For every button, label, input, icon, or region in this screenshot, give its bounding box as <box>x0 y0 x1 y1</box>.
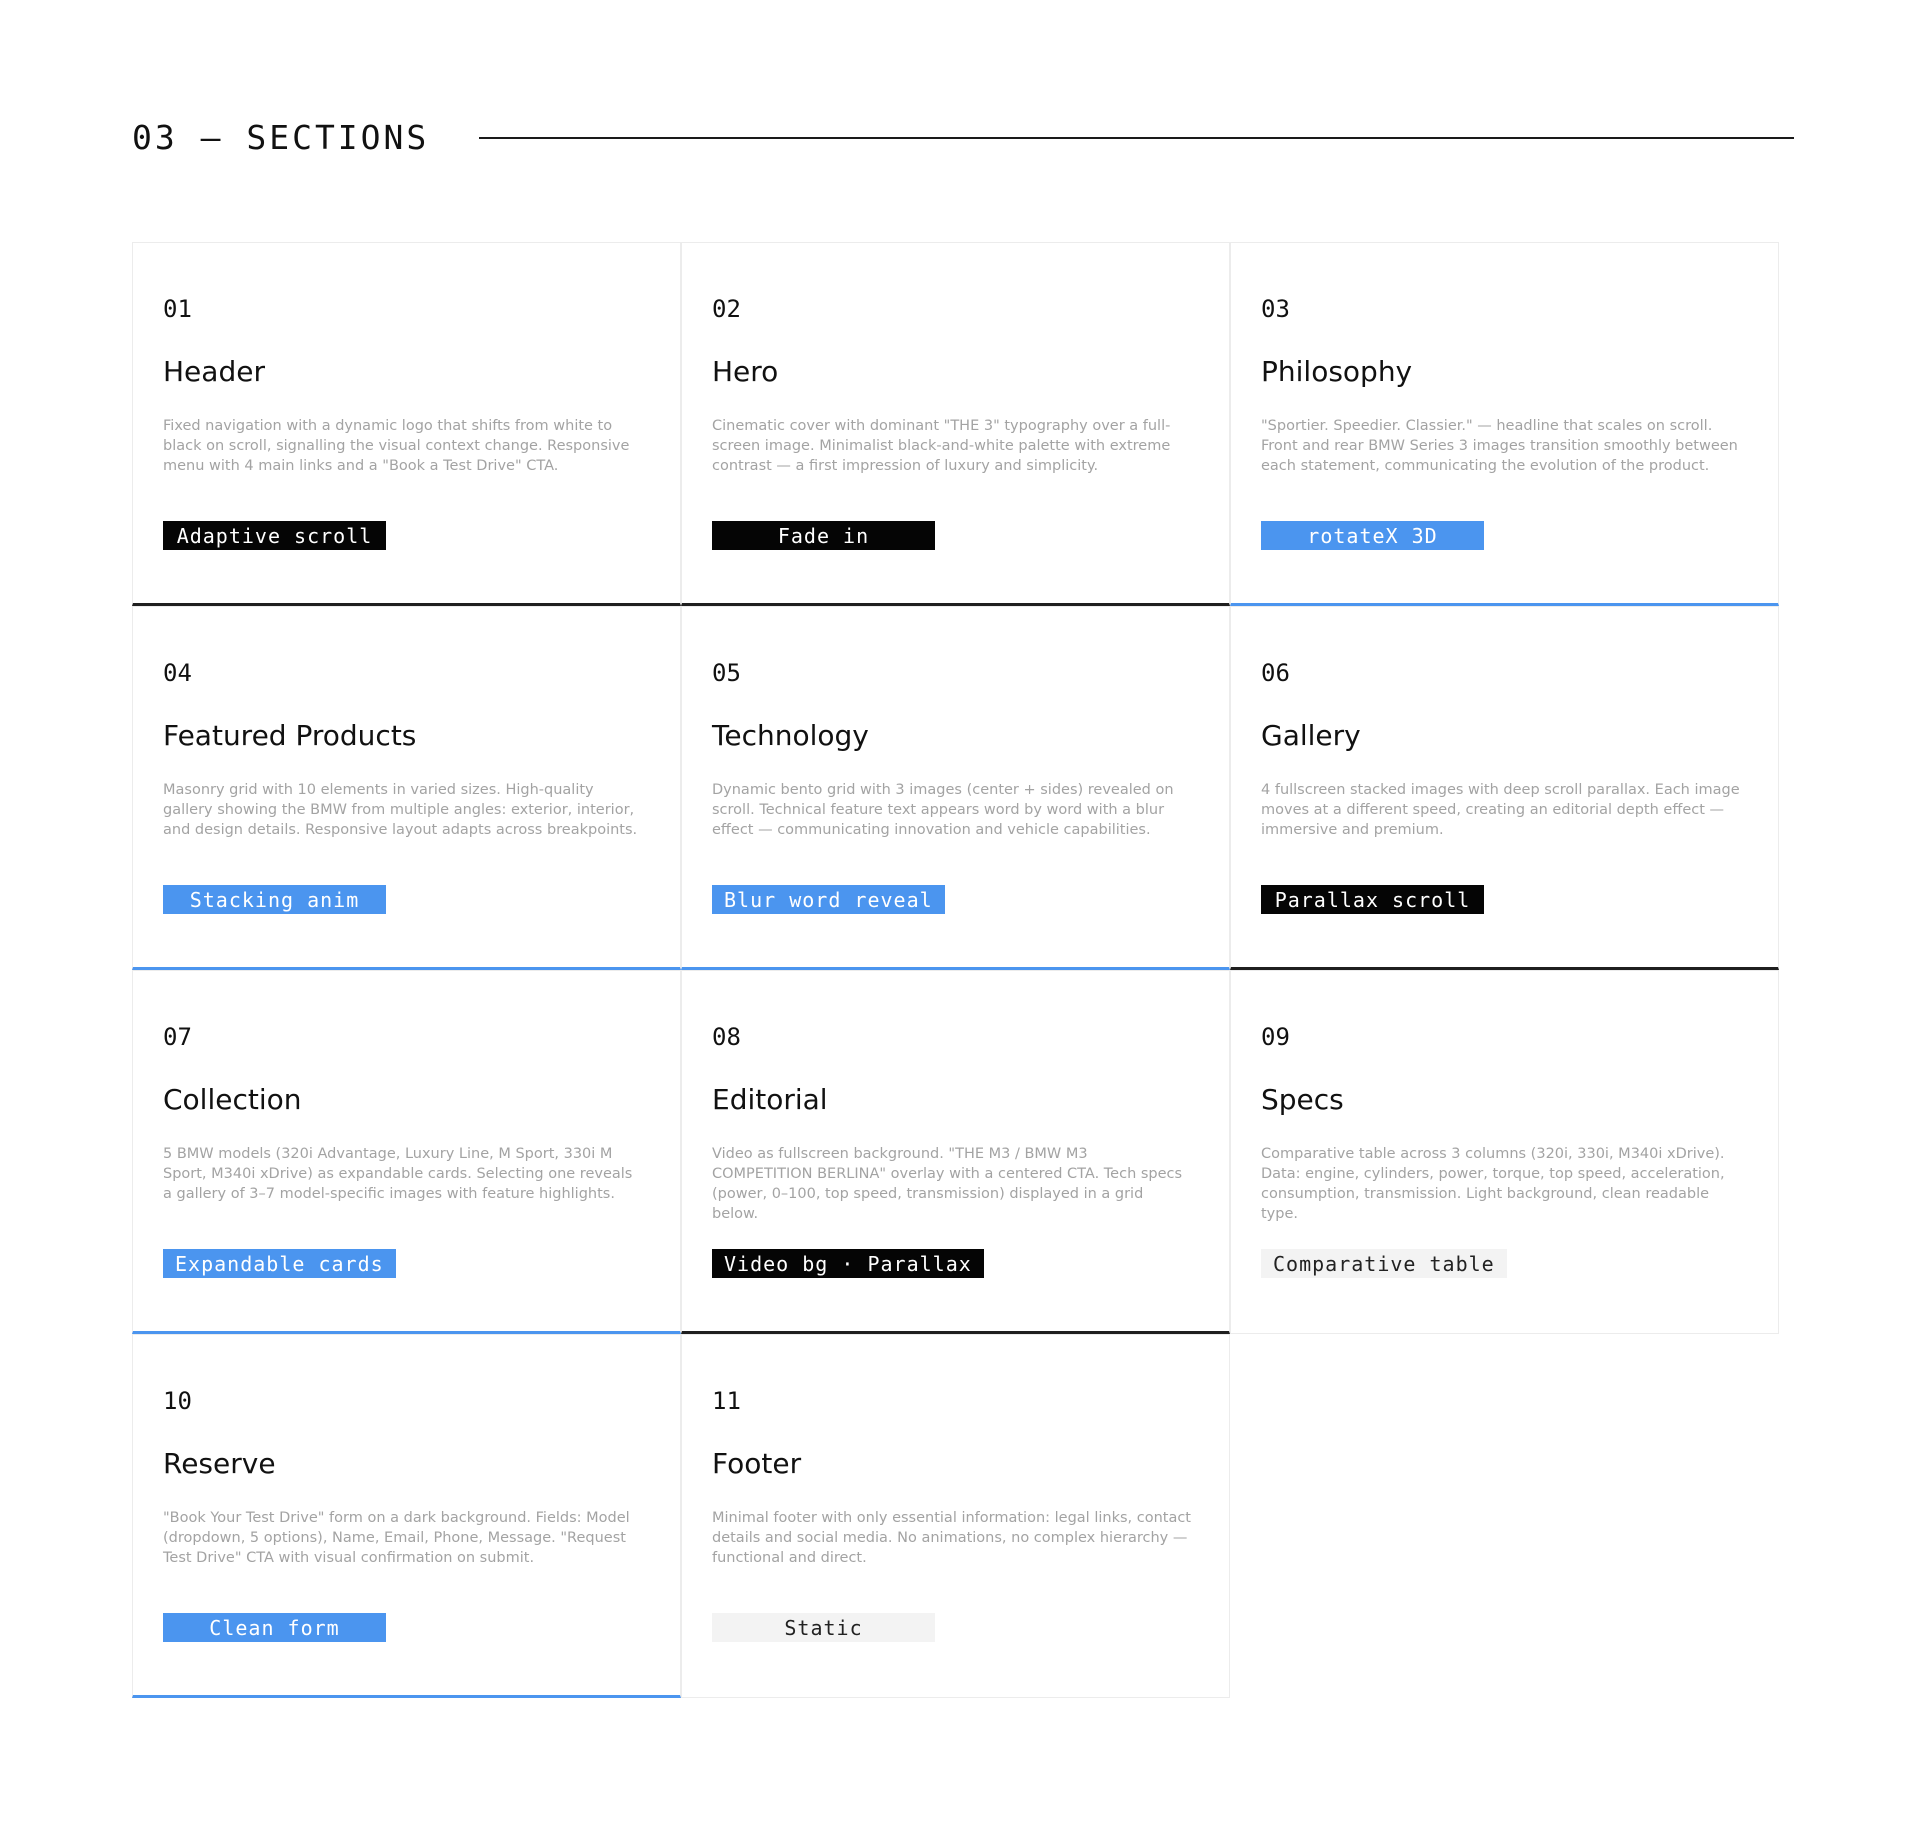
sections-grid: 01 Header Fixed navigation with a dynami… <box>132 242 1779 1698</box>
card-tag: rotateX 3D <box>1261 521 1484 550</box>
section-card-technology: 05 Technology Dynamic bento grid with 3 … <box>681 606 1230 970</box>
card-title: Philosophy <box>1261 355 1413 388</box>
section-title: 03 — SECTIONS <box>132 118 430 157</box>
section-header: 03 — SECTIONS <box>132 118 1794 157</box>
card-description: Dynamic bento grid with 3 images (center… <box>712 782 1174 838</box>
card-number: 11 <box>712 1387 741 1415</box>
card-title: Specs <box>1261 1083 1344 1116</box>
section-divider <box>479 136 1794 139</box>
card-tag: Comparative table <box>1261 1249 1507 1278</box>
card-title: Technology <box>712 719 869 752</box>
card-title: Header <box>163 355 265 388</box>
card-tag: Parallax scroll <box>1261 885 1484 914</box>
card-number: 05 <box>712 659 741 687</box>
section-card-hero: 02 Hero Cinematic cover with dominant "T… <box>681 242 1230 606</box>
section-card-featured-products: 04 Featured Products Masonry grid with 1… <box>132 606 681 970</box>
card-number: 10 <box>163 1387 192 1415</box>
card-description: 4 fullscreen stacked images with deep sc… <box>1261 782 1740 838</box>
card-tag: Adaptive scroll <box>163 521 386 550</box>
page: 03 — SECTIONS 01 Header Fixed navigation… <box>0 0 1920 1835</box>
card-description: Video as fullscreen background. "THE M3 … <box>712 1146 1183 1222</box>
card-description: "Sportier. Speedier. Classier." — headli… <box>1261 418 1738 474</box>
card-title: Reserve <box>163 1447 276 1480</box>
card-title: Editorial <box>712 1083 828 1116</box>
section-card-editorial: 08 Editorial Video as fullscreen backgro… <box>681 970 1230 1334</box>
card-description: Masonry grid with 10 elements in varied … <box>163 782 638 838</box>
card-description: "Book Your Test Drive" form on a dark ba… <box>163 1510 630 1566</box>
section-card-gallery: 06 Gallery 4 fullscreen stacked images w… <box>1230 606 1779 970</box>
section-card-reserve: 10 Reserve "Book Your Test Drive" form o… <box>132 1334 681 1698</box>
card-number: 09 <box>1261 1023 1290 1051</box>
section-card-specs: 09 Specs Comparative table across 3 colu… <box>1230 970 1779 1334</box>
card-description: Cinematic cover with dominant "THE 3" ty… <box>712 418 1171 474</box>
card-description: 5 BMW models (320i Advantage, Luxury Lin… <box>163 1146 633 1202</box>
card-tag: Clean form <box>163 1613 386 1642</box>
card-tag: Blur word reveal <box>712 885 945 914</box>
card-title: Collection <box>163 1083 302 1116</box>
card-number: 03 <box>1261 295 1290 323</box>
card-title: Gallery <box>1261 719 1361 752</box>
card-tag: Fade in <box>712 521 935 550</box>
card-number: 06 <box>1261 659 1290 687</box>
card-number: 07 <box>163 1023 192 1051</box>
card-number: 08 <box>712 1023 741 1051</box>
section-card-collection: 07 Collection 5 BMW models (320i Advanta… <box>132 970 681 1334</box>
card-description: Comparative table across 3 columns (320i… <box>1261 1146 1725 1222</box>
card-number: 04 <box>163 659 192 687</box>
card-tag: Static <box>712 1613 935 1642</box>
section-card-header: 01 Header Fixed navigation with a dynami… <box>132 242 681 606</box>
section-card-philosophy: 03 Philosophy "Sportier. Speedier. Class… <box>1230 242 1779 606</box>
card-tag: Video bg · Parallax <box>712 1249 984 1278</box>
card-number: 01 <box>163 295 192 323</box>
card-title: Hero <box>712 355 779 388</box>
card-description: Fixed navigation with a dynamic logo tha… <box>163 418 630 474</box>
card-title: Footer <box>712 1447 802 1480</box>
card-number: 02 <box>712 295 741 323</box>
card-tag: Stacking anim <box>163 885 386 914</box>
card-tag: Expandable cards <box>163 1249 396 1278</box>
section-card-footer: 11 Footer Minimal footer with only essen… <box>681 1334 1230 1698</box>
card-description: Minimal footer with only essential infor… <box>712 1510 1191 1566</box>
card-title: Featured Products <box>163 719 417 752</box>
